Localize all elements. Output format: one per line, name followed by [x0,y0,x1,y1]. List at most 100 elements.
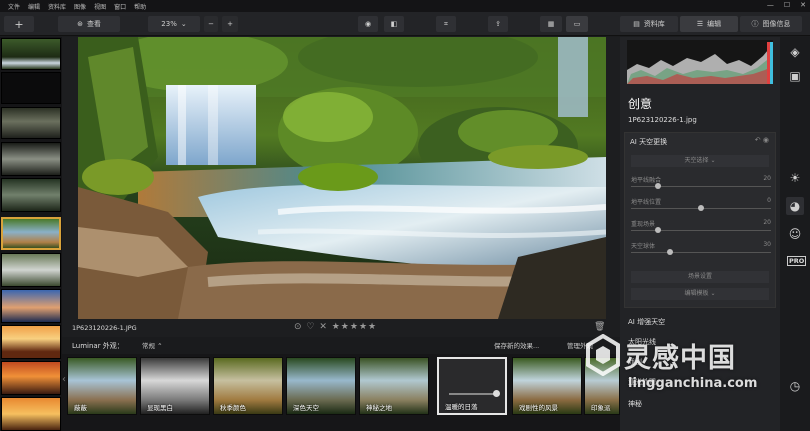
tool-ai-augmented-sky[interactable]: AI 增强天空 [628,317,665,327]
filmstrip-thumb[interactable] [1,253,61,287]
slider-horizon-position[interactable]: 地平线位置 0 [631,197,771,213]
look-thumb[interactable]: 深色天空 [286,357,356,415]
creative-palette-icon[interactable]: ◕ [786,197,804,215]
toolbar: + ⊛ 查看 23% ⌄ − + ◉ ◧ ⌗ ⇪ ▦ ▭ ▤ 资料库 ☰ 编辑 ⓘ 图像信… [0,12,810,36]
chevron-up-icon: ⌃ [157,342,163,350]
plus-icon: + [227,20,233,28]
filmstrip-thumb[interactable] [1,178,61,212]
menu-image[interactable]: 图像 [74,2,86,11]
compare-button[interactable]: ◧ [384,16,404,32]
tab-info[interactable]: ⓘ 图像信息 [740,16,802,32]
main-photo-canvas[interactable] [78,37,606,319]
filmstrip-thumb[interactable] [1,72,61,104]
slider-track [631,252,771,253]
canvas-margin-right [606,37,620,319]
slider-knob[interactable] [698,205,704,211]
look-thumb[interactable]: 蔽蔽 [67,357,137,415]
single-view-button[interactable]: ▭ [566,16,588,32]
preview-button[interactable]: ◉ [358,16,378,32]
look-thumb[interactable]: 神秘之地 [359,357,429,415]
add-photos-button[interactable]: + [4,16,34,32]
chevron-left-icon[interactable]: ‹ [62,374,66,385]
view-button[interactable]: ⊛ 查看 [58,16,120,32]
panel-filename: 1P623120226-1.jpg [628,116,697,124]
filmstrip-thumb[interactable] [1,397,61,431]
tab-edit[interactable]: ☰ 编辑 [680,16,738,32]
split-view-icon: ◧ [390,20,398,28]
menu-library[interactable]: 资料库 [48,2,66,11]
window-controls: — ☐ ✕ [767,1,806,9]
library-icon: ▤ [633,20,640,28]
canvas-icon[interactable]: ▣ [786,67,804,85]
slider-relight-scene[interactable]: 重现场景 20 [631,219,771,235]
looks-bar: Luminar 外观： 常规 ⌃ 保存新的效果... 管理外观 [62,337,620,354]
menu-edit[interactable]: 编辑 [28,2,40,11]
crop-icon: ⌗ [444,19,448,28]
layers-icon[interactable]: ◈ [786,43,804,61]
filmstrip-thumb[interactable] [1,289,61,323]
menu-help[interactable]: 帮助 [134,2,146,11]
histogram [627,40,773,84]
ai-sky-title[interactable]: AI 天空更换 [630,137,667,147]
chevron-down-icon: ⌄ [180,20,187,28]
filmstrip-thumb[interactable] [1,107,61,139]
filmstrip-thumb[interactable] [1,361,61,395]
ai-sky-replacement-panel: AI 天空更换 ↶ ◉ 天空选择 ⌄ 地平线融合 20 地平线位置 0 重现场景… [624,132,776,308]
sky-selection-dropdown[interactable]: 天空选择 ⌄ [631,155,769,167]
eye-icon: ◉ [364,20,372,28]
slider-knob[interactable] [655,227,662,233]
looks-strip: ‹ 蔽蔽 显现黑白 秋季颜色 深色天空 神秘之地 温暖的日落 戏剧性的风景 印象… [62,354,620,431]
filmstrip-thumb-selected[interactable] [1,217,61,250]
zoom-in-button[interactable]: + [222,16,238,32]
grid-view-button[interactable]: ▦ [540,16,562,32]
crop-button[interactable]: ⌗ [436,16,456,32]
ai-sky-header-icons: ↶ ◉ [755,136,769,144]
section-title: 创意 [628,97,653,111]
watermark-text: 灵感中国 [624,343,736,374]
plus-icon: + [14,17,24,31]
watermark: 灵感中国 lingganchina.com [580,330,800,420]
look-amount-slider-knob[interactable] [493,390,500,397]
look-thumb[interactable]: 秋季颜色 [213,357,283,415]
slider-track [631,186,771,187]
canvas-margin-left [62,37,78,319]
filmstrip[interactable] [0,37,62,431]
slider-knob[interactable] [655,183,662,189]
close-icon[interactable]: ✕ [800,1,806,9]
zoom-out-button[interactable]: − [204,16,218,32]
menu-bar: 文件 编辑 资料库 图像 视图 窗口 帮助 — ☐ ✕ [0,0,810,12]
share-button[interactable]: ⇪ [488,16,508,32]
filmstrip-thumb[interactable] [1,142,61,176]
single-image-icon: ▭ [573,20,581,28]
zoom-select[interactable]: 23% ⌄ [148,16,200,32]
minimize-icon[interactable]: — [767,1,774,9]
watermark-url: lingganchina.com [628,376,758,391]
filmstrip-thumb[interactable] [1,325,61,359]
pro-icon[interactable]: PRO [787,256,807,266]
menu-view[interactable]: 视图 [94,2,106,11]
look-thumb-selected[interactable]: 温暖的日落 [437,357,507,415]
essentials-sun-icon[interactable]: ☀ [786,169,804,187]
tab-library[interactable]: ▤ 资料库 [620,16,678,32]
photo-info-bar: 1P623120226-1.JPG ⊙ ♡ ✕ ★★★★★ 🗑 [62,319,620,337]
filmstrip-thumb[interactable] [1,38,61,70]
menu-window[interactable]: 窗口 [114,2,126,11]
share-icon: ⇪ [495,20,501,28]
menu-file[interactable]: 文件 [8,2,20,11]
undo-icon[interactable]: ↶ [755,136,761,144]
portrait-face-icon[interactable]: ☺ [786,225,804,243]
maximize-icon[interactable]: ☐ [784,1,790,9]
visibility-toggle-icon[interactable]: ◉ [763,136,769,144]
look-thumb[interactable]: 戏剧性的风景 [512,357,582,415]
looks-category-select[interactable]: 常规 ⌃ [142,340,163,350]
rating-controls[interactable]: ⊙ ♡ ✕ ★★★★★ [294,322,377,332]
scene-settings-button[interactable]: 场景设置 [631,271,769,283]
save-look-button[interactable]: 保存新的效果... [494,340,539,350]
slider-sky-global[interactable]: 天空球体 30 [631,241,771,257]
look-amount-slider-track [449,393,499,395]
slider-knob[interactable] [667,249,674,255]
looks-label: Luminar 外观： [72,342,124,350]
look-thumb[interactable]: 显现黑白 [140,357,210,415]
edit-template-button[interactable]: 编辑模板 ⌄ [631,288,769,300]
slider-horizon-blend[interactable]: 地平线融合 20 [631,175,771,191]
